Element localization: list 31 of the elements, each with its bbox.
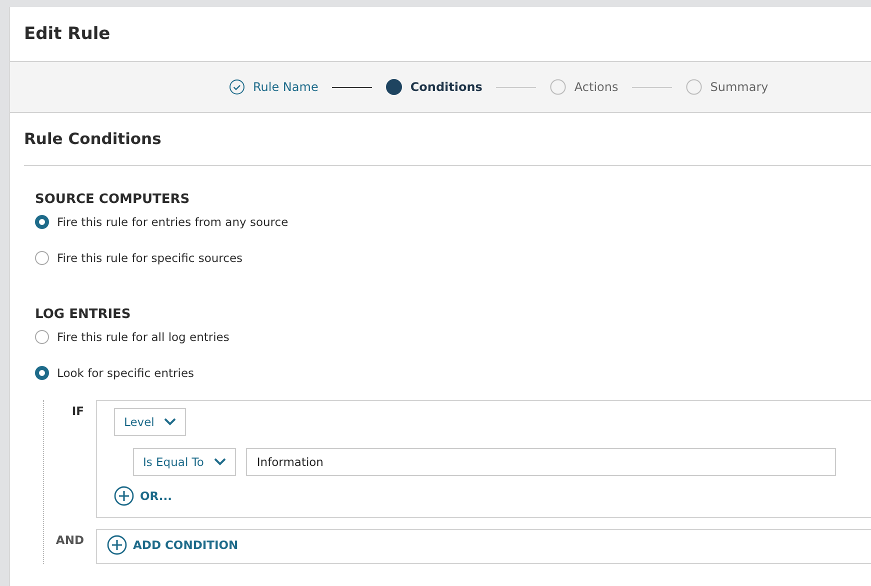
- radio-button[interactable]: [35, 330, 49, 344]
- group-heading: LOG ENTRIES: [35, 307, 132, 322]
- radio-button[interactable]: [35, 251, 49, 265]
- add-condition-button[interactable]: ADD CONDITION: [107, 535, 238, 555]
- wizard-step[interactable]: Actions: [550, 79, 618, 95]
- wizard-step[interactable]: Rule Name: [229, 79, 318, 95]
- radio-label[interactable]: Fire this rule for specific sources: [57, 251, 243, 265]
- empty-circle-icon: [550, 79, 566, 95]
- filled-circle-icon: [386, 79, 402, 95]
- wizard-step[interactable]: Summary: [686, 79, 768, 95]
- radio-label[interactable]: Fire this rule for entries from any source: [57, 215, 288, 229]
- radio-button[interactable]: [35, 366, 49, 380]
- empty-circle-icon: [686, 79, 702, 95]
- and-label: AND: [54, 532, 85, 549]
- plus-icon: [107, 535, 127, 555]
- field-dropdown[interactable]: Level: [114, 408, 186, 436]
- operator-dropdown[interactable]: Is Equal To: [133, 448, 236, 476]
- caret-icon: [214, 458, 226, 466]
- radio-label[interactable]: Fire this rule for all log entries: [57, 330, 230, 344]
- check-circle-icon: [229, 79, 245, 95]
- page-title: Edit Rule: [24, 24, 110, 44]
- value-input[interactable]: Information: [246, 448, 836, 476]
- plus-icon: [114, 486, 134, 506]
- group-heading: SOURCE COMPUTERS: [35, 192, 191, 207]
- radio-button[interactable]: [35, 215, 49, 229]
- caret-icon: [164, 418, 176, 426]
- if-label: IF: [70, 403, 85, 420]
- section-title: Rule Conditions: [24, 130, 162, 148]
- wizard-step[interactable]: Conditions: [386, 79, 482, 95]
- radio-label[interactable]: Look for specific entries: [57, 366, 194, 380]
- or-button[interactable]: OR...: [114, 486, 172, 506]
